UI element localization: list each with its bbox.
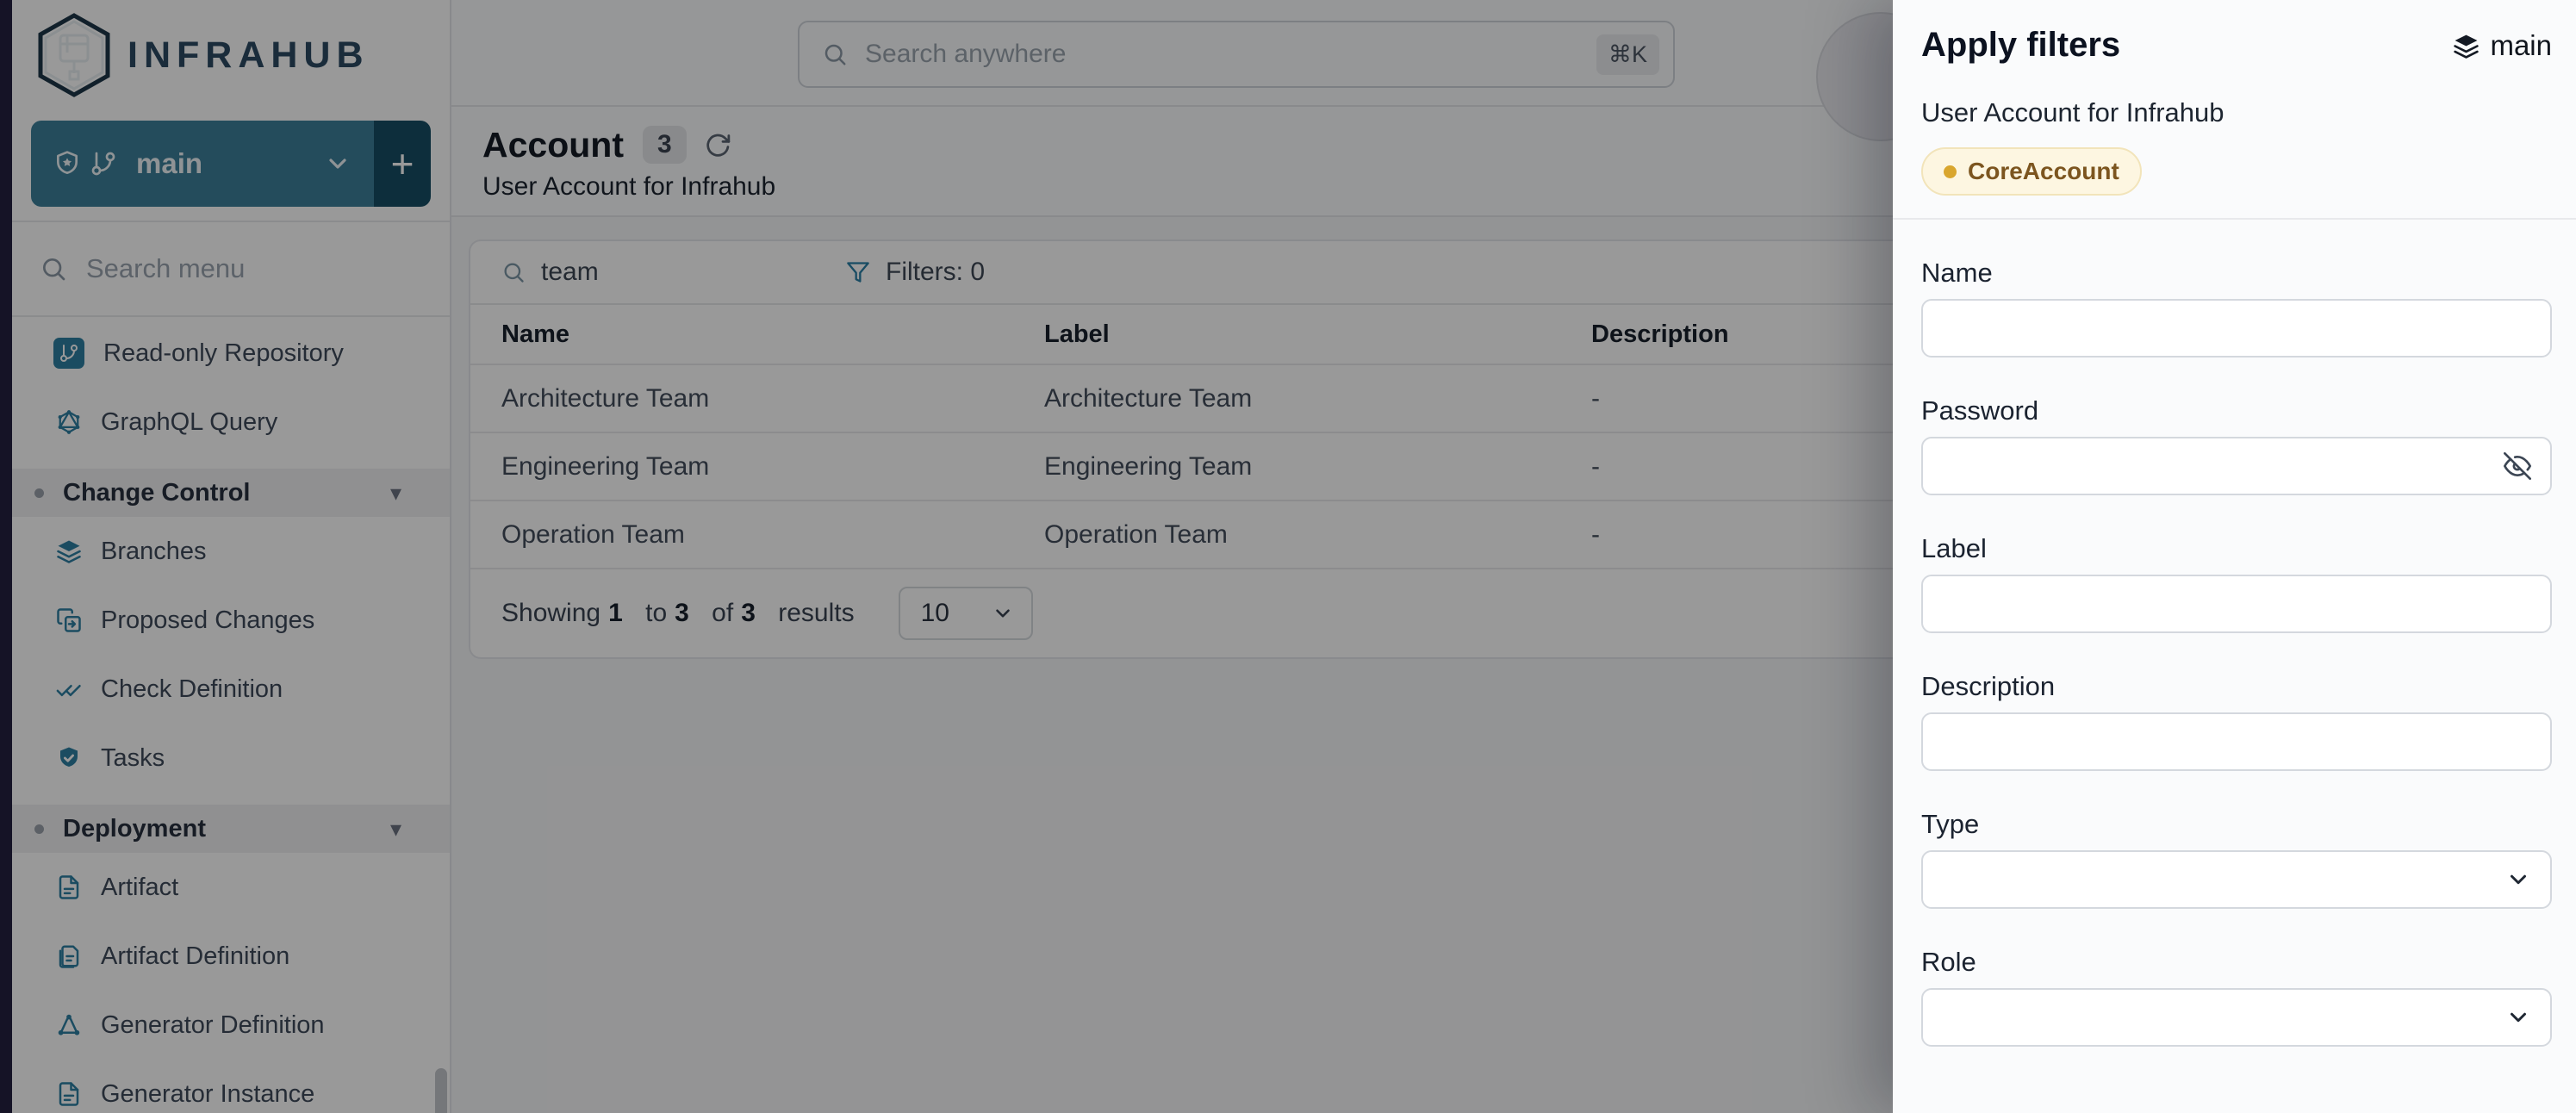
apply-filters-panel: Apply filters main User Account for Infr… [1893, 0, 2576, 1113]
field-type: Type [1921, 809, 2552, 909]
role-select[interactable] [1921, 988, 2552, 1047]
field-name: Name [1921, 258, 2552, 358]
kind-badge-label: CoreAccount [1968, 158, 2119, 185]
eye-off-icon [2504, 452, 2531, 480]
password-field[interactable] [1923, 438, 2550, 494]
kind-dot-icon [1944, 165, 1957, 178]
kind-badge: CoreAccount [1921, 147, 2142, 196]
panel-header: Apply filters main User Account for Infr… [1921, 0, 2552, 196]
description-field[interactable] [1923, 714, 2550, 769]
type-select[interactable] [1921, 850, 2552, 909]
field-label: Type [1921, 809, 2552, 840]
field-password: Password [1921, 395, 2552, 495]
field-label: Password [1921, 395, 2552, 426]
panel-branch-name: main [2490, 29, 2552, 62]
field-label-input: Label [1921, 533, 2552, 633]
chevron-down-icon [2505, 1004, 2531, 1030]
label-field[interactable] [1923, 576, 2550, 631]
field-label: Description [1921, 671, 2552, 702]
panel-branch-indicator: main [2453, 29, 2552, 62]
toggle-password-visibility[interactable] [2504, 452, 2531, 480]
field-role: Role [1921, 947, 2552, 1047]
app-window: INFRAHUB main + Search menu Read-only Re… [0, 0, 2576, 1113]
panel-divider [1893, 218, 2576, 220]
field-label: Label [1921, 533, 2552, 564]
field-description: Description [1921, 671, 2552, 771]
filters-form: Name Password Label Description [1921, 258, 2552, 1047]
layers-icon [2453, 33, 2480, 59]
name-field[interactable] [1923, 301, 2550, 356]
chevron-down-icon [2505, 867, 2531, 892]
field-label: Role [1921, 947, 2552, 978]
modal-overlay[interactable] [0, 0, 1893, 1113]
field-label: Name [1921, 258, 2552, 289]
panel-subtitle: User Account for Infrahub [1921, 97, 2552, 128]
